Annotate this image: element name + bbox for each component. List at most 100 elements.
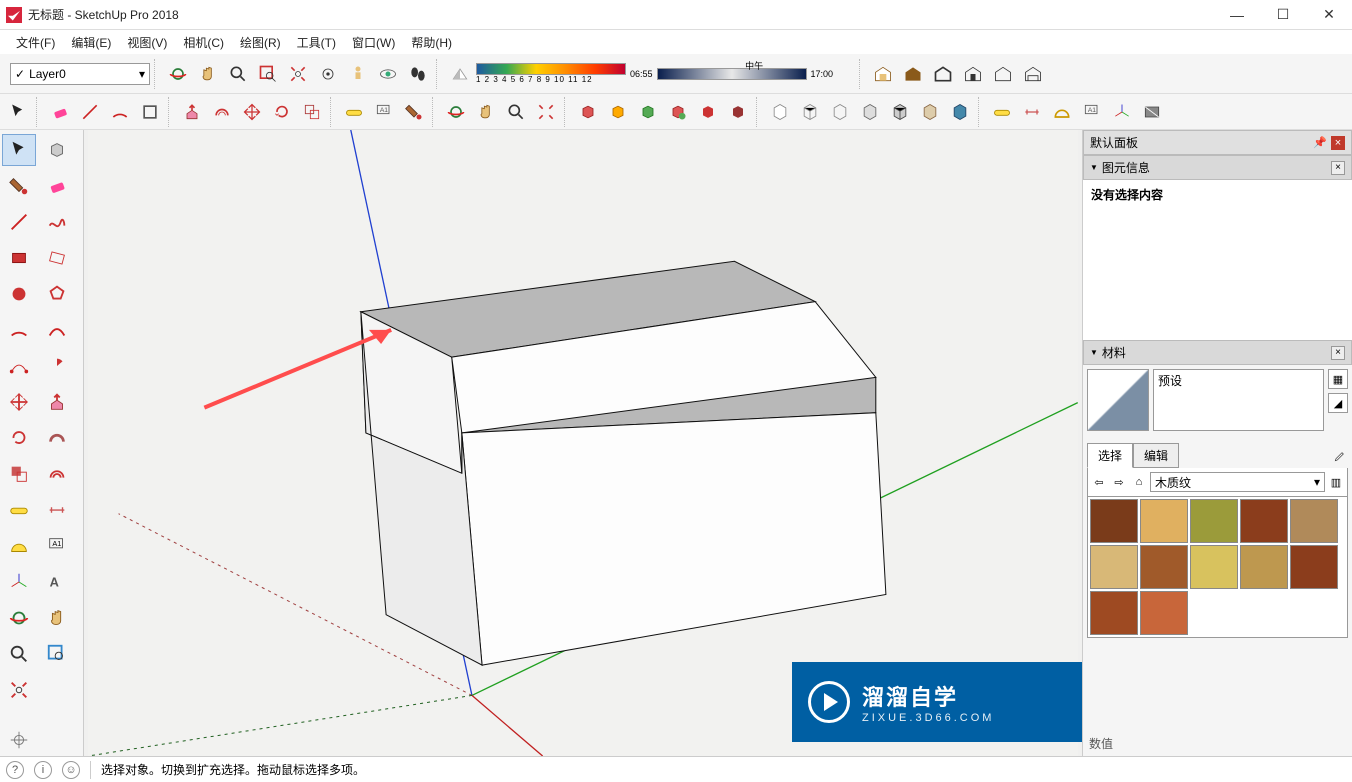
lt-freehand[interactable] <box>40 206 74 238</box>
style-3-icon[interactable] <box>826 98 854 126</box>
style-6-icon[interactable] <box>916 98 944 126</box>
solid-3-icon[interactable] <box>634 98 662 126</box>
menu-draw[interactable]: 绘图(R) <box>234 32 287 53</box>
viewport[interactable]: 溜溜自学 ZIXUE.3D66.COM <box>84 130 1082 756</box>
minimize-button[interactable]: — <box>1214 0 1260 30</box>
style-5-icon[interactable] <box>886 98 914 126</box>
material-swatch-4[interactable] <box>1290 499 1338 543</box>
close-button[interactable]: ✕ <box>1306 0 1352 30</box>
tape-2-icon[interactable] <box>988 98 1016 126</box>
zoom-2-icon[interactable] <box>502 98 530 126</box>
axes-icon[interactable] <box>1108 98 1136 126</box>
pan-icon[interactable] <box>194 60 222 88</box>
lt-3dtext[interactable]: A <box>40 566 74 598</box>
materials-tab-edit[interactable]: 编辑 <box>1133 443 1179 468</box>
lt-component[interactable] <box>40 134 74 166</box>
eyedropper-icon[interactable] <box>1328 448 1348 468</box>
entity-info-header[interactable]: ▼ 图元信息 × <box>1083 155 1352 180</box>
lt-dimension[interactable] <box>40 494 74 526</box>
material-swatch-8[interactable] <box>1240 545 1288 589</box>
info-icon[interactable]: i <box>34 761 52 779</box>
nav-menu-icon[interactable]: ▥ <box>1327 473 1345 491</box>
zoom-extents-2-icon[interactable] <box>532 98 560 126</box>
material-swatch-1[interactable] <box>1140 499 1188 543</box>
lt-line[interactable] <box>2 206 36 238</box>
menu-edit[interactable]: 编辑(E) <box>65 32 117 53</box>
material-swatch-7[interactable] <box>1190 545 1238 589</box>
zoom-window-icon[interactable] <box>254 60 282 88</box>
lt-rotate[interactable] <box>2 422 36 454</box>
lt-followme[interactable] <box>40 422 74 454</box>
arc-tool-icon[interactable] <box>106 98 134 126</box>
material-swatch-5[interactable] <box>1090 545 1138 589</box>
lt-polygon[interactable] <box>40 278 74 310</box>
lt-extra[interactable] <box>2 724 36 756</box>
rotate-tool-icon[interactable] <box>268 98 296 126</box>
warehouse-6-icon[interactable] <box>1019 60 1047 88</box>
menu-file[interactable]: 文件(F) <box>10 32 61 53</box>
lt-rotated-rect[interactable] <box>40 242 74 274</box>
user-icon[interactable]: ☺ <box>62 761 80 779</box>
lt-eraser[interactable] <box>40 170 74 202</box>
nav-home-icon[interactable]: ⌂ <box>1130 473 1148 491</box>
material-swatch-9[interactable] <box>1290 545 1338 589</box>
menu-help[interactable]: 帮助(H) <box>405 32 458 53</box>
material-swatch-11[interactable] <box>1140 591 1188 635</box>
material-swatch-2[interactable] <box>1190 499 1238 543</box>
lt-offset[interactable] <box>40 458 74 490</box>
lt-zoom-window[interactable] <box>40 638 74 670</box>
material-swatch-0[interactable] <box>1090 499 1138 543</box>
help-icon[interactable]: ? <box>6 761 24 779</box>
text-tool-icon[interactable]: A1 <box>370 98 398 126</box>
maximize-button[interactable]: ☐ <box>1260 0 1306 30</box>
nav-back-icon[interactable]: ⇦ <box>1090 473 1108 491</box>
lt-paint[interactable] <box>2 170 36 202</box>
shadow-date-slider[interactable] <box>476 63 626 75</box>
zoom-icon[interactable] <box>224 60 252 88</box>
select-tool-icon[interactable] <box>4 98 32 126</box>
shape-tool-icon[interactable] <box>136 98 164 126</box>
lt-orbit[interactable] <box>2 602 36 634</box>
solid-5-icon[interactable] <box>694 98 722 126</box>
style-4-icon[interactable] <box>856 98 884 126</box>
materials-close-icon[interactable]: × <box>1331 346 1345 360</box>
lt-select[interactable] <box>2 134 36 166</box>
lt-rectangle[interactable] <box>2 242 36 274</box>
nav-fwd-icon[interactable]: ⇨ <box>1110 473 1128 491</box>
menu-view[interactable]: 视图(V) <box>121 32 173 53</box>
shadow-toggle-icon[interactable] <box>446 60 474 88</box>
material-swatch-6[interactable] <box>1140 545 1188 589</box>
material-name-input[interactable]: 预设 <box>1153 369 1324 431</box>
warehouse-2-icon[interactable] <box>899 60 927 88</box>
solid-4-icon[interactable] <box>664 98 692 126</box>
default-material-icon[interactable]: ◢ <box>1328 393 1348 413</box>
materials-header[interactable]: ▼ 材料 × <box>1083 340 1352 365</box>
pan-2-icon[interactable] <box>472 98 500 126</box>
lt-3pt-arc[interactable] <box>2 350 36 382</box>
pin-icon[interactable]: 📌 <box>1313 136 1327 150</box>
text-2-icon[interactable]: A1 <box>1078 98 1106 126</box>
lt-protractor[interactable] <box>2 530 36 562</box>
menu-tools[interactable]: 工具(T) <box>291 32 342 53</box>
section-icon[interactable] <box>1138 98 1166 126</box>
tray-header[interactable]: 默认面板 📌 × <box>1083 130 1352 155</box>
look-around-icon[interactable] <box>374 60 402 88</box>
solid-2-icon[interactable] <box>604 98 632 126</box>
solid-6-icon[interactable] <box>724 98 752 126</box>
lt-text[interactable]: A1 <box>40 530 74 562</box>
warehouse-1-icon[interactable] <box>869 60 897 88</box>
shadow-time-slider[interactable] <box>657 68 807 80</box>
entity-close-icon[interactable]: × <box>1331 161 1345 175</box>
material-preview-swatch[interactable] <box>1087 369 1149 431</box>
lt-tape[interactable] <box>2 494 36 526</box>
materials-tab-select[interactable]: 选择 <box>1087 443 1133 468</box>
create-material-icon[interactable]: ▦ <box>1328 369 1348 389</box>
protractor-icon[interactable] <box>1048 98 1076 126</box>
menu-window[interactable]: 窗口(W) <box>346 32 401 53</box>
paint-tool-icon[interactable] <box>400 98 428 126</box>
walk-icon[interactable] <box>404 60 432 88</box>
lt-arc[interactable] <box>2 314 36 346</box>
scale-tool-icon[interactable] <box>298 98 326 126</box>
move-tool-icon[interactable] <box>238 98 266 126</box>
lt-move[interactable] <box>2 386 36 418</box>
